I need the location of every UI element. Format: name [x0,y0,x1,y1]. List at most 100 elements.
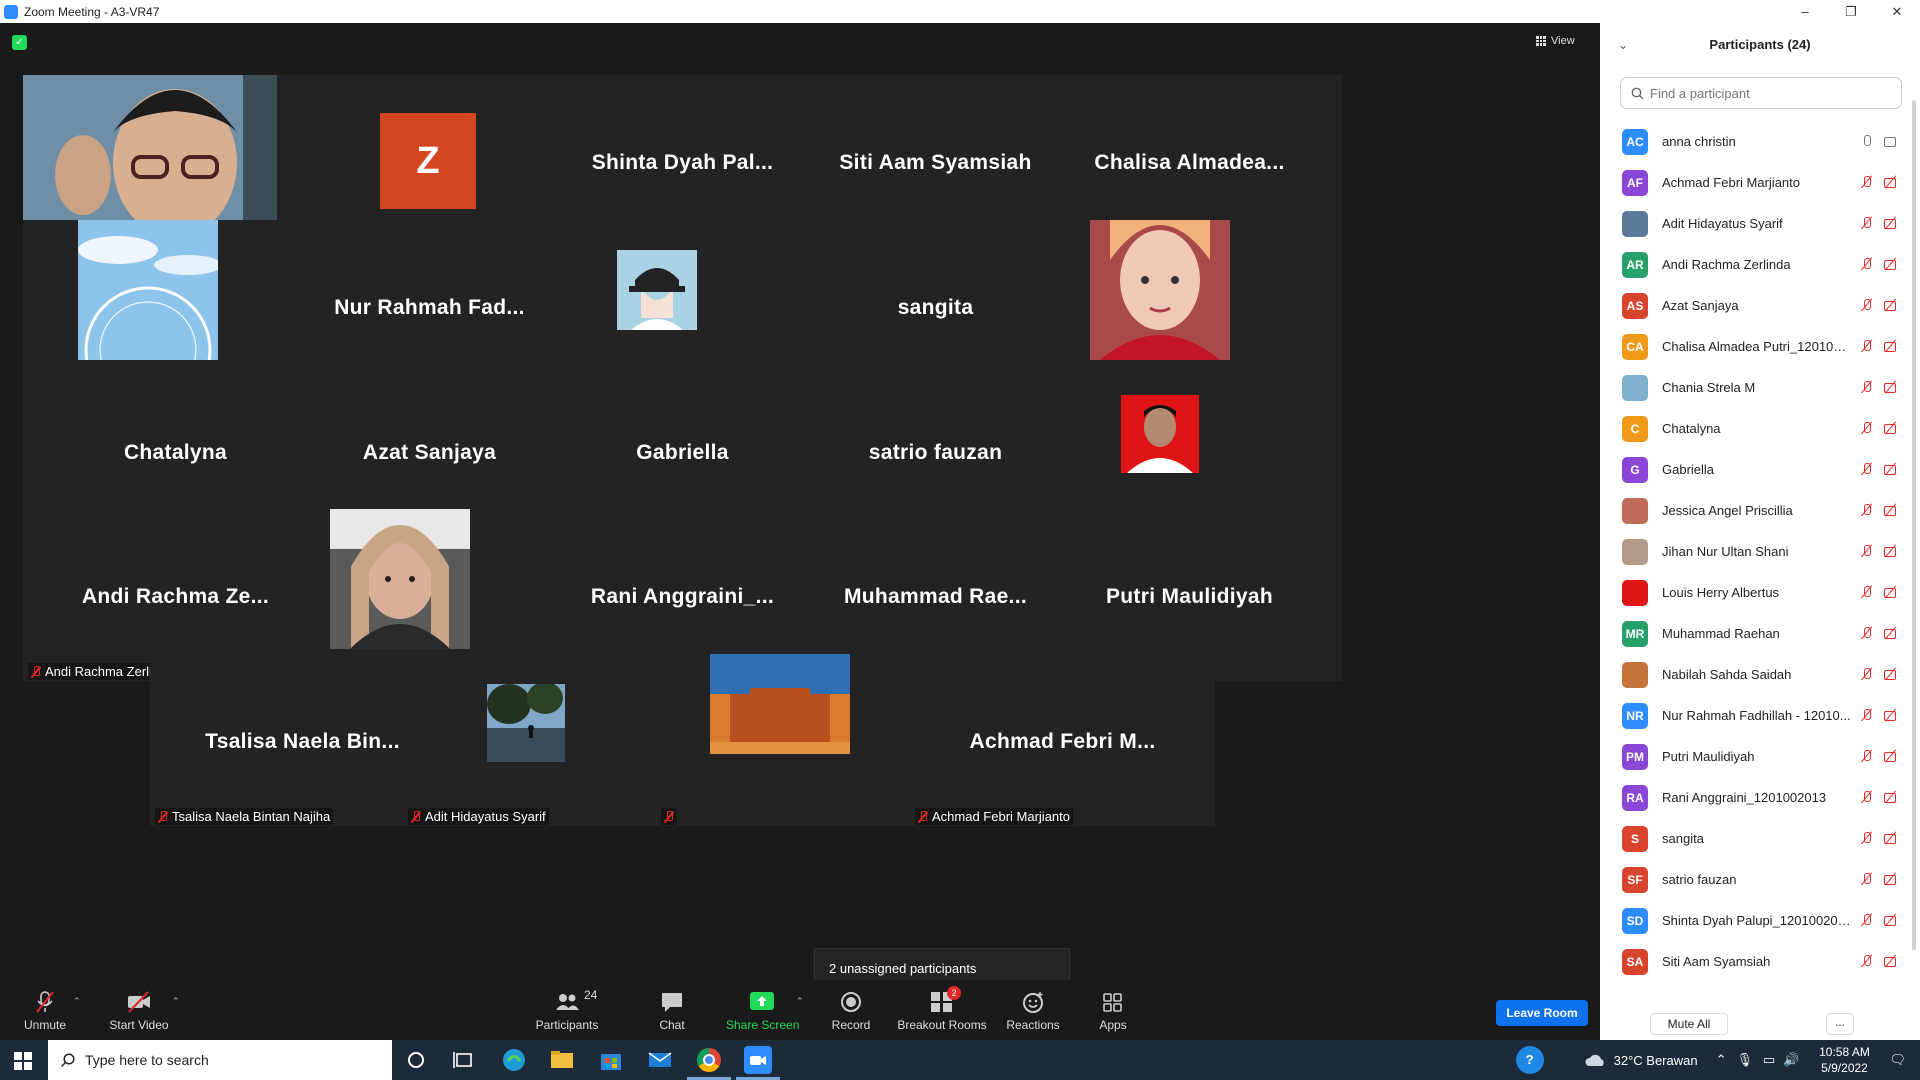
participant-row[interactable]: Chania Strela M [1600,367,1920,408]
participant-row[interactable]: SF satrio fauzan [1600,859,1920,900]
muted-mic-icon[interactable] [1860,257,1874,271]
more-options-button[interactable]: ... [1826,1013,1854,1035]
muted-mic-icon[interactable] [1860,626,1874,640]
encryption-shield-icon[interactable]: ✓ [12,35,27,50]
participant-row[interactable]: G Gabriella [1600,449,1920,490]
file-explorer-icon[interactable] [548,1046,576,1074]
share-options-chevron-icon[interactable]: ⌃ [796,996,804,1007]
taskbar-clock[interactable]: 10:58 AM 5/9/2022 [1807,1044,1881,1076]
muted-mic-icon[interactable] [1860,175,1874,189]
video-off-icon[interactable] [1884,954,1898,968]
close-button[interactable]: ✕ [1874,0,1920,23]
video-tile[interactable]: Achmad Febri M... Achmad Febri Marjianto [910,654,1215,826]
weather-text[interactable]: 32°C Berawan [1614,1053,1698,1068]
chrome-icon[interactable] [687,1046,731,1080]
video-off-icon[interactable] [1884,872,1898,886]
participant-row[interactable]: MR Muhammad Raehan [1600,613,1920,654]
participant-row[interactable]: Louis Herry Albertus [1600,572,1920,613]
maximize-button[interactable]: ❐ [1828,0,1874,23]
windows-start-icon[interactable] [0,1040,48,1080]
video-off-icon[interactable] [1884,585,1898,599]
participant-row[interactable]: RA Rani Anggraini_1201002013 [1600,777,1920,818]
participant-row[interactable]: PM Putri Maulidiyah [1600,736,1920,777]
help-icon[interactable]: ? [1515,1046,1544,1074]
muted-mic-icon[interactable] [1860,831,1874,845]
video-camera-icon[interactable] [1884,134,1898,148]
edge-icon[interactable] [500,1046,528,1074]
participant-row[interactable]: SA Siti Aam Syamsiah [1600,941,1920,977]
participant-row[interactable]: SD Shinta Dyah Palupi_1201002005 [1600,900,1920,941]
muted-mic-icon[interactable] [1860,585,1874,599]
video-off-icon[interactable] [1884,462,1898,476]
tray-chevron-up-icon[interactable]: ⌃ [1716,1052,1727,1068]
video-off-icon[interactable] [1884,175,1898,189]
muted-mic-icon[interactable] [1860,298,1874,312]
muted-mic-icon[interactable] [1860,339,1874,353]
muted-mic-icon[interactable] [1860,667,1874,681]
muted-mic-icon[interactable] [1860,954,1874,968]
muted-mic-icon[interactable] [1860,708,1874,722]
reactions-button[interactable]: Reactions [1005,990,1061,1032]
task-view-icon[interactable] [450,1046,478,1074]
muted-mic-icon[interactable] [1860,462,1874,476]
video-off-icon[interactable] [1884,790,1898,804]
audio-options-chevron-icon[interactable]: ⌃ [73,996,81,1007]
muted-mic-icon[interactable] [1860,790,1874,804]
muted-mic-icon[interactable] [1860,216,1874,230]
video-off-icon[interactable] [1884,831,1898,845]
video-off-icon[interactable] [1884,667,1898,681]
muted-mic-icon[interactable] [1860,913,1874,927]
muted-mic-icon[interactable] [1860,380,1874,394]
video-off-icon[interactable] [1884,626,1898,640]
microphone-tray-icon[interactable]: 🎙 [1736,1052,1753,1068]
breakout-rooms-button[interactable]: 2 Breakout Rooms [897,986,987,1032]
video-off-icon[interactable] [1884,749,1898,763]
participant-row[interactable]: NR Nur Rahmah Fadhillah - 12010... [1600,695,1920,736]
participant-row[interactable]: AC anna christin [1600,121,1920,162]
apps-button[interactable]: Apps [1098,990,1128,1032]
participant-row[interactable]: AF Achmad Febri Marjianto [1600,162,1920,203]
participant-row[interactable]: AS Azat Sanjaya [1600,285,1920,326]
mute-all-button[interactable]: Mute All [1650,1013,1728,1035]
participants-button[interactable]: 24 Participants [532,988,602,1032]
participant-row[interactable]: Jessica Angel Priscillia [1600,490,1920,531]
video-off-icon[interactable] [1884,503,1898,517]
muted-mic-icon[interactable] [1860,503,1874,517]
record-button[interactable]: Record [829,990,873,1032]
notifications-icon[interactable]: 🗨 [1889,1052,1906,1068]
participant-row[interactable]: Jihan Nur Ultan Shani [1600,531,1920,572]
cortana-icon[interactable] [402,1046,430,1074]
participant-search[interactable] [1620,77,1902,109]
participant-row[interactable]: CA Chalisa Almadea Putri_1201002... [1600,326,1920,367]
taskbar-search[interactable]: Type here to search [48,1040,392,1080]
participant-search-input[interactable] [1650,85,1890,101]
zoom-taskbar-icon[interactable] [736,1046,780,1080]
minimize-button[interactable]: – [1782,0,1828,23]
microphone-icon[interactable] [1860,134,1874,148]
share-screen-button[interactable]: Share Screen [726,990,799,1032]
participant-row[interactable]: Adit Hidayatus Syarif [1600,203,1920,244]
video-off-icon[interactable] [1884,216,1898,230]
network-icon[interactable]: ▭ [1763,1052,1775,1068]
microsoft-store-icon[interactable] [597,1046,625,1074]
muted-mic-icon[interactable] [1860,872,1874,886]
view-button[interactable]: View [1536,30,1592,52]
muted-mic-icon[interactable] [1860,544,1874,558]
muted-mic-icon[interactable] [1860,421,1874,435]
video-options-chevron-icon[interactable]: ⌃ [172,996,180,1007]
video-off-icon[interactable] [1884,708,1898,722]
video-off-icon[interactable] [1884,544,1898,558]
video-off-icon[interactable] [1884,298,1898,312]
unmute-button[interactable]: Unmute [20,990,70,1032]
video-off-icon[interactable] [1884,380,1898,394]
video-off-icon[interactable] [1884,421,1898,435]
participant-row[interactable]: C Chatalyna [1600,408,1920,449]
video-off-icon[interactable] [1884,339,1898,353]
participant-row[interactable]: Ssangita [1600,818,1920,859]
participant-row[interactable]: Nabilah Sahda Saidah [1600,654,1920,695]
muted-mic-icon[interactable] [1860,749,1874,763]
participant-row[interactable]: AR Andi Rachma Zerlinda [1600,244,1920,285]
video-off-icon[interactable] [1884,257,1898,271]
mail-icon[interactable] [646,1046,674,1074]
video-off-icon[interactable] [1884,913,1898,927]
